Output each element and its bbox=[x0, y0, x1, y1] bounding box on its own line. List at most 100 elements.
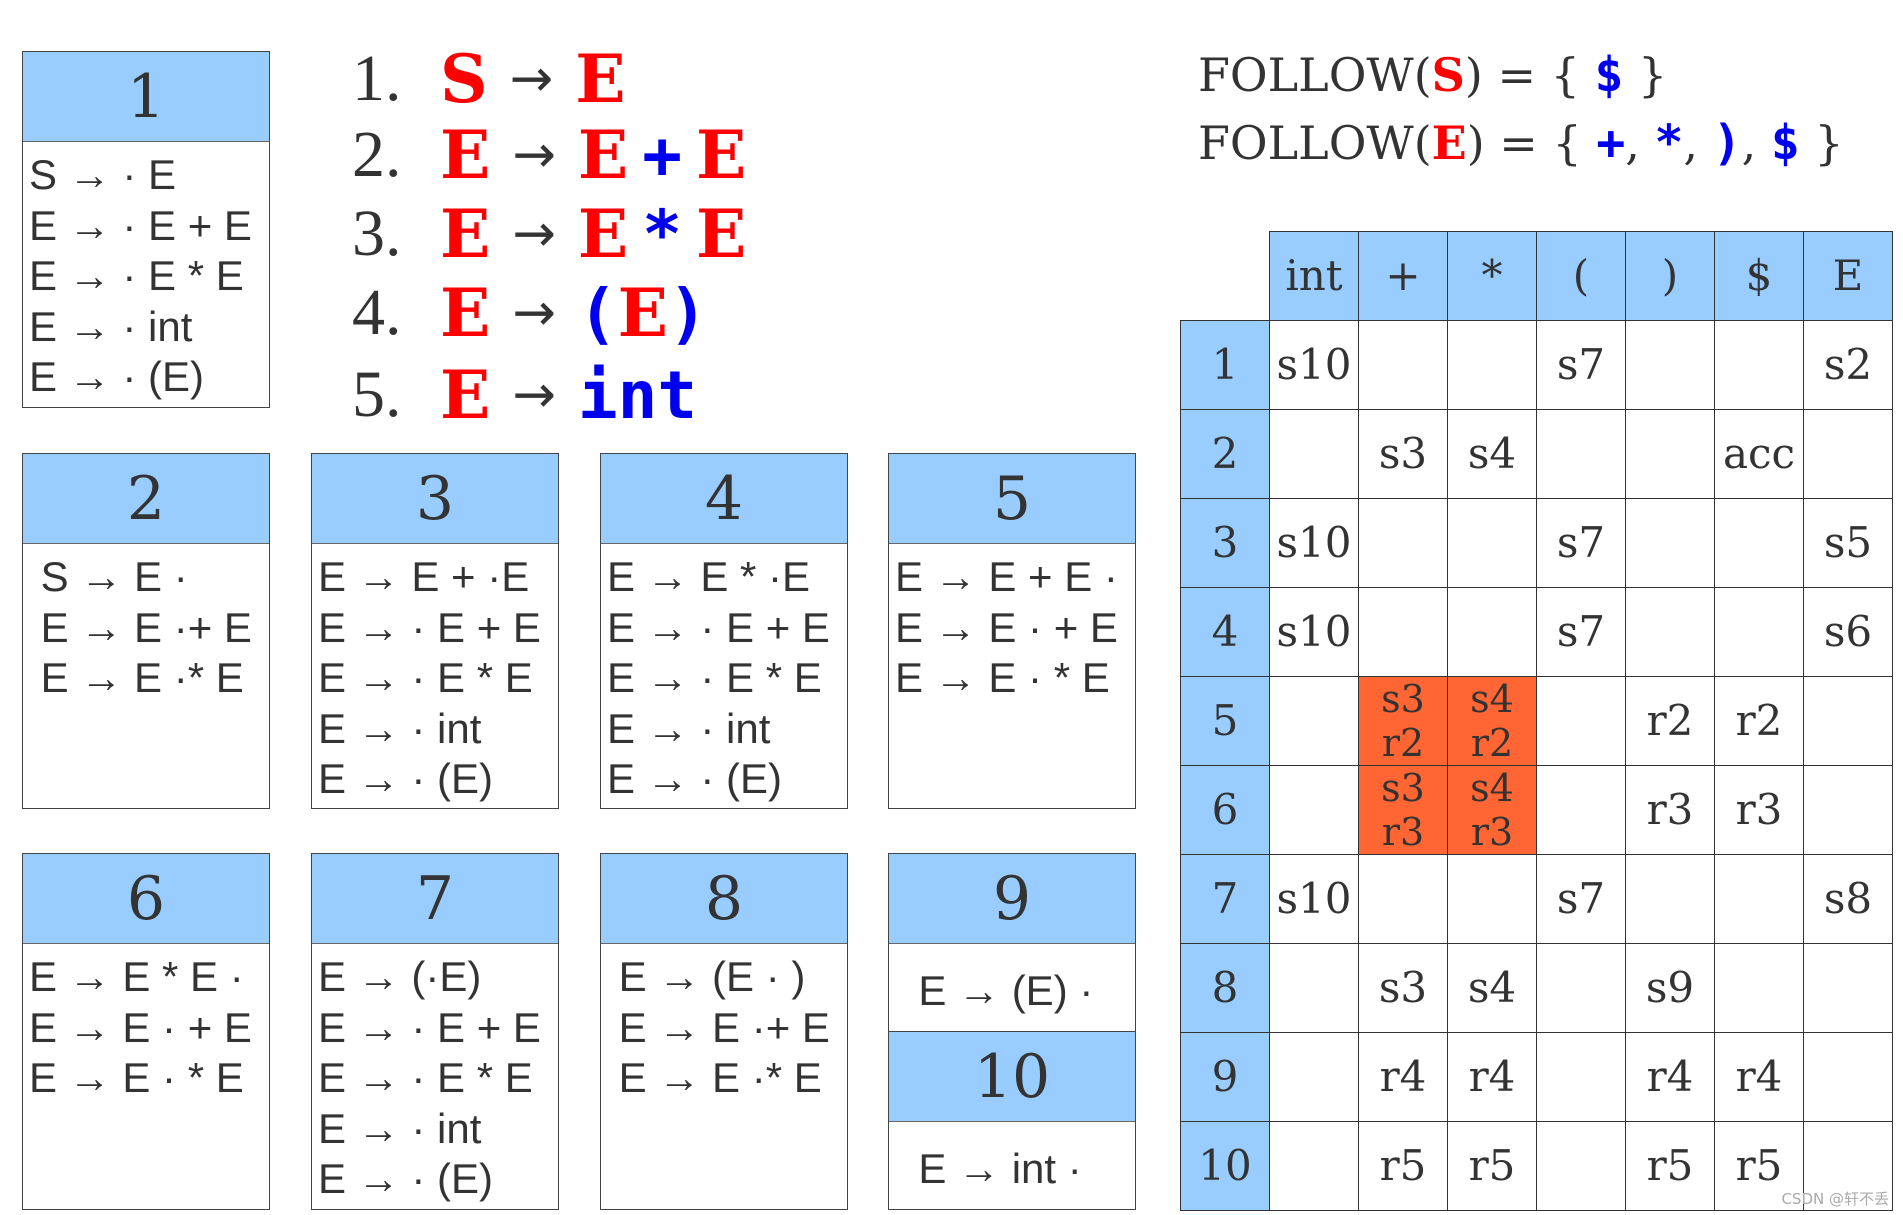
action-cell bbox=[1358, 498, 1448, 588]
column-header: $ bbox=[1714, 231, 1804, 321]
rule-lhs: S bbox=[440, 40, 488, 118]
arrow-icon: → bbox=[509, 49, 554, 109]
action-cell bbox=[1625, 409, 1715, 499]
action-cell bbox=[1536, 943, 1626, 1033]
row-header: 1 bbox=[1180, 320, 1270, 410]
action-cell: s10 bbox=[1269, 587, 1359, 677]
action-cell bbox=[1358, 854, 1448, 944]
action-cell bbox=[1536, 765, 1626, 855]
state-number: 4 bbox=[601, 454, 847, 544]
action-cell bbox=[1803, 676, 1893, 766]
action-cell bbox=[1536, 1032, 1626, 1122]
action-cell: s7 bbox=[1536, 587, 1626, 677]
rule-number: 2. bbox=[352, 118, 402, 191]
arrow-icon: → bbox=[512, 204, 556, 264]
nonterminal-symbol: S bbox=[1431, 48, 1465, 102]
grammar-rule: 2. E → E + E bbox=[352, 115, 746, 195]
state-box: 5E → E + E · E → E · + E E → E · * E bbox=[888, 453, 1136, 809]
table-row: 3 s10 s7 s5 bbox=[1180, 498, 1893, 588]
arrow-icon: → bbox=[512, 125, 556, 185]
conflict-cell: s4 r2 bbox=[1447, 676, 1537, 766]
state-box: 1S → · E E → · E + E E → · E * E E → · i… bbox=[22, 51, 270, 408]
row-header: 3 bbox=[1180, 498, 1270, 588]
action-cell: s8 bbox=[1803, 854, 1893, 944]
action-cell bbox=[1714, 587, 1804, 677]
rule-lhs: E bbox=[440, 356, 491, 434]
nonterminal-symbol: E bbox=[617, 274, 668, 352]
action-cell bbox=[1269, 409, 1359, 499]
table-row: 1 s10 s7 s2 bbox=[1180, 320, 1893, 410]
action-cell bbox=[1358, 587, 1448, 677]
action-cell bbox=[1269, 676, 1359, 766]
action-cell bbox=[1536, 1121, 1626, 1211]
action-cell bbox=[1625, 854, 1715, 944]
follow-mid: ) = { bbox=[1466, 116, 1597, 170]
state-items: E → E + E · E → E · + E E → E · * E bbox=[895, 553, 1118, 701]
state-items: S → E · E → E ·+ E E → E ·* E bbox=[40, 553, 252, 701]
table-row: 2 s3 s4 acc bbox=[1180, 409, 1893, 499]
grammar-rule: 3. E → E * E bbox=[352, 194, 746, 274]
action-cell: s6 bbox=[1803, 587, 1893, 677]
rule-number: 1. bbox=[352, 42, 402, 115]
table-row: 5 s3 r2 s4 r2 r2 r2 bbox=[1180, 676, 1893, 766]
grammar-rule: 4. E →(E) bbox=[352, 273, 708, 353]
action-cell: r5 bbox=[1358, 1121, 1448, 1211]
action-cell: s7 bbox=[1536, 854, 1626, 944]
terminal-symbol: + bbox=[642, 116, 682, 194]
table-row: 6 s3 r3 s4 r3 r3 r3 bbox=[1180, 765, 1893, 855]
row-header: 6 bbox=[1180, 765, 1270, 855]
action-cell: r4 bbox=[1714, 1032, 1804, 1122]
state-box: 8 E → (E · ) E → E ·+ E E → E ·* E bbox=[600, 853, 848, 1210]
state-items: E → E + ·E E → · E + E E → · E * E E → ·… bbox=[318, 553, 541, 802]
action-cell: s10 bbox=[1269, 854, 1359, 944]
state-number: 6 bbox=[23, 854, 269, 944]
action-cell: acc bbox=[1714, 409, 1804, 499]
column-header: ( bbox=[1536, 231, 1626, 321]
rule-lhs: E bbox=[440, 116, 491, 194]
terminal-symbol: int bbox=[577, 356, 698, 434]
row-header: 7 bbox=[1180, 854, 1270, 944]
nonterminal-symbol: E bbox=[575, 40, 626, 118]
action-cell bbox=[1447, 498, 1537, 588]
table-row: 4 s10 s7 s6 bbox=[1180, 587, 1893, 677]
terminal-symbol: * bbox=[642, 195, 682, 273]
nonterminal-symbol: E bbox=[1431, 116, 1467, 170]
terminal-symbol: $ bbox=[1594, 47, 1624, 103]
nonterminal-symbol: E bbox=[577, 195, 629, 273]
row-header: 2 bbox=[1180, 409, 1270, 499]
conflict-cell: s3 r3 bbox=[1358, 765, 1448, 855]
action-cell bbox=[1714, 320, 1804, 410]
action-cell: r4 bbox=[1358, 1032, 1448, 1122]
terminal-symbol: * bbox=[1654, 115, 1684, 171]
row-header: 8 bbox=[1180, 943, 1270, 1033]
action-cell bbox=[1269, 765, 1359, 855]
state-number: 2 bbox=[23, 454, 269, 544]
arrow-icon: → bbox=[512, 365, 556, 425]
state-box: 2 S → E · E → E ·+ E E → E ·* E bbox=[22, 453, 270, 809]
terminal-symbol: ) bbox=[667, 274, 708, 352]
action-cell: s10 bbox=[1269, 498, 1359, 588]
grammar-rule: 1. S → E bbox=[352, 39, 626, 119]
column-header: int bbox=[1269, 231, 1359, 321]
follow-prefix: FOLLOW( bbox=[1198, 48, 1432, 102]
action-cell: r5 bbox=[1447, 1121, 1537, 1211]
follow-set: FOLLOW(S) = { $ } bbox=[1198, 45, 1667, 105]
state-box: 3E → E + ·E E → · E + E E → · E * E E → … bbox=[311, 453, 559, 809]
action-cell bbox=[1269, 943, 1359, 1033]
nonterminal-symbol: E bbox=[695, 195, 747, 273]
action-cell: s4 bbox=[1447, 409, 1537, 499]
action-cell bbox=[1447, 587, 1537, 677]
state-number: 9 bbox=[889, 854, 1135, 944]
nonterminal-symbol: E bbox=[695, 116, 747, 194]
state-number: 3 bbox=[312, 454, 558, 544]
state-items: E → (·E) E → · E + E E → · E * E E → · i… bbox=[318, 953, 541, 1202]
terminal-symbol: ) bbox=[1712, 115, 1742, 171]
action-cell: r5 bbox=[1625, 1121, 1715, 1211]
action-cell bbox=[1714, 854, 1804, 944]
action-cell bbox=[1447, 320, 1537, 410]
action-cell: s9 bbox=[1625, 943, 1715, 1033]
follow-suffix: } bbox=[1799, 116, 1844, 170]
state-items: E → (E · ) E → E ·+ E E → E ·* E bbox=[618, 953, 830, 1101]
state-items: E → (E) · bbox=[895, 967, 1094, 1014]
table-row: 7 s10 s7 s8 bbox=[1180, 854, 1893, 944]
